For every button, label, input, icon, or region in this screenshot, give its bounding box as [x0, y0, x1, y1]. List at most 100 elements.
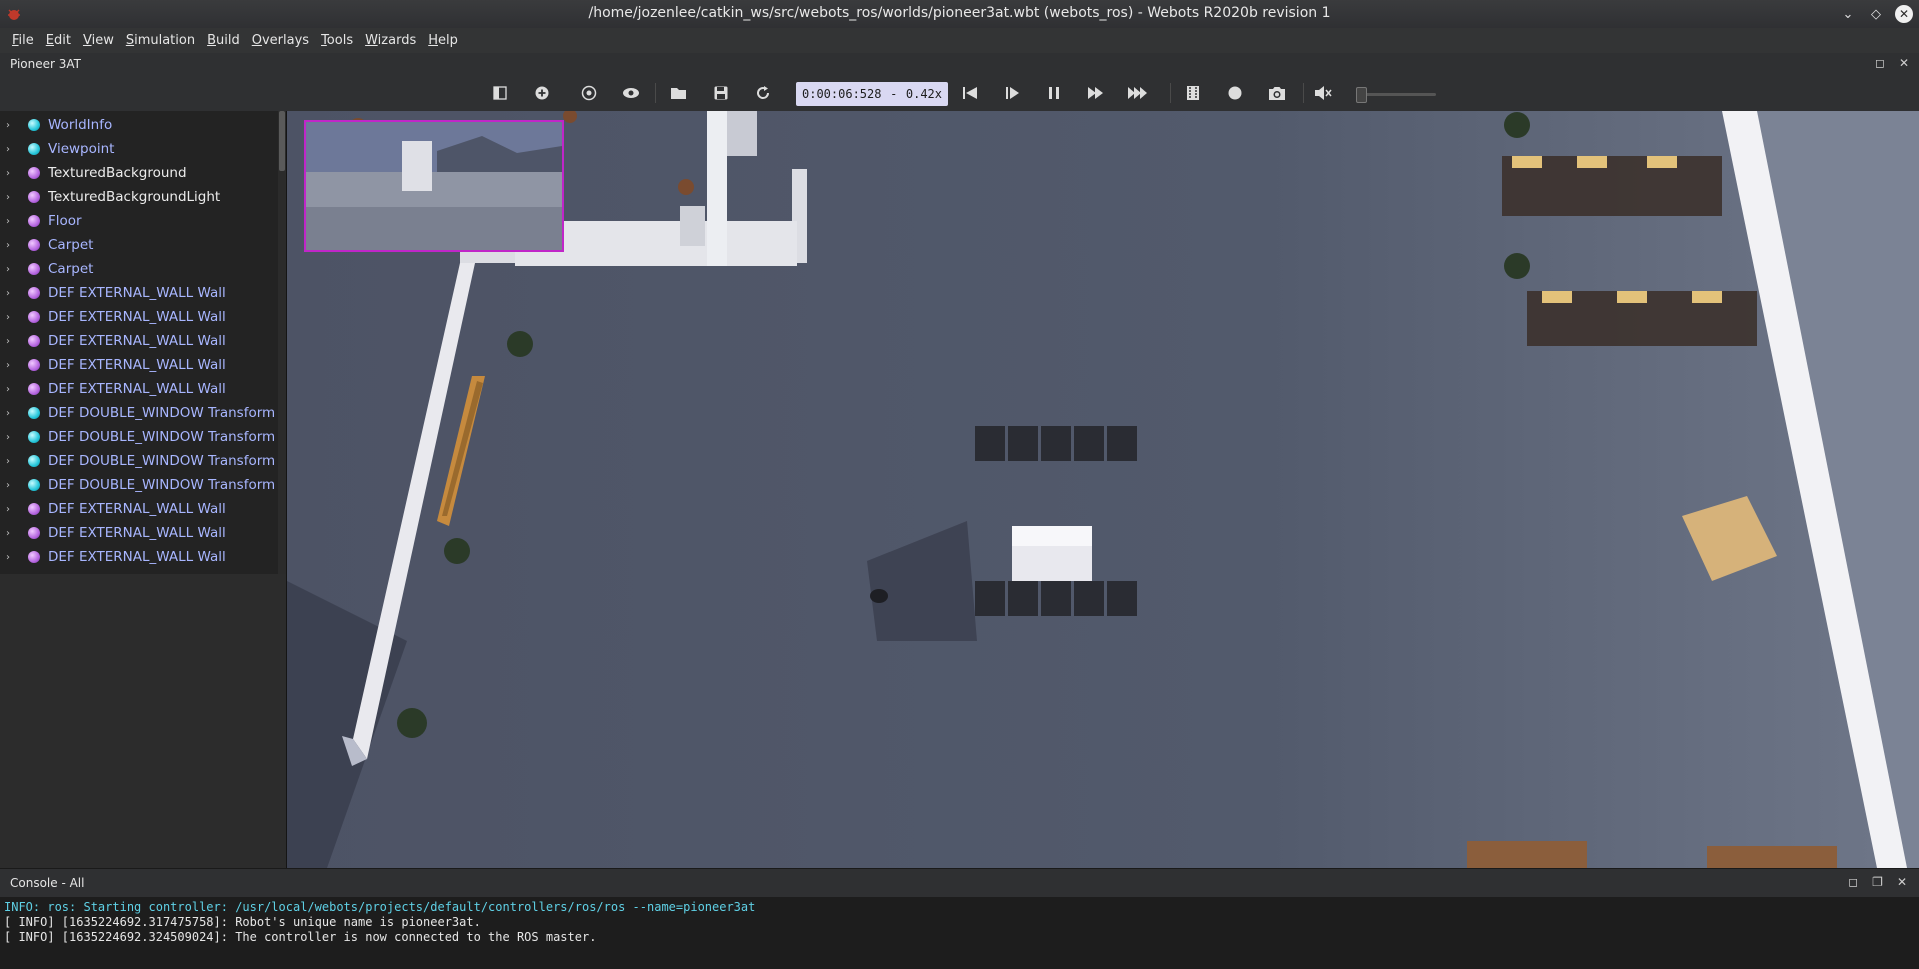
scene-tree-item[interactable]: › DEF EXTERNAL_WALL Wall	[0, 329, 280, 353]
expand-arrow-icon[interactable]: ›	[6, 216, 18, 227]
scene-tree-item[interactable]: › DEF DOUBLE_WINDOW Transform	[0, 401, 280, 425]
scene-tree-item[interactable]: › DEF DOUBLE_WINDOW Transform	[0, 449, 280, 473]
add-node-icon[interactable]	[529, 82, 555, 104]
expand-arrow-icon[interactable]: ›	[6, 264, 18, 275]
expand-arrow-icon[interactable]: ›	[6, 312, 18, 323]
fast-run-icon[interactable]	[1125, 82, 1151, 104]
expand-arrow-icon[interactable]: ›	[6, 504, 18, 515]
close-icon[interactable]: ✕	[1895, 5, 1913, 23]
record-movie-icon[interactable]	[1180, 82, 1206, 104]
console-header: Console - All ◻ ❐ ✕	[0, 868, 1919, 898]
console-line: [ INFO] [1635224692.317475758]: Robot's …	[4, 915, 481, 929]
restore-icon[interactable]: ◇	[1867, 5, 1885, 23]
reload-world-icon[interactable]	[750, 82, 776, 104]
robot-window-title: Pioneer 3AT	[10, 57, 82, 71]
scene-tree-label: DEF EXTERNAL_WALL Wall	[48, 285, 226, 301]
window-title: /home/jozenlee/catkin_ws/src/webots_ros/…	[588, 5, 1331, 21]
close-icon[interactable]: ✕	[1897, 875, 1907, 889]
scene-tree-label: WorldInfo	[48, 117, 113, 133]
expand-arrow-icon[interactable]: ›	[6, 384, 18, 395]
node-type-icon	[28, 215, 40, 227]
screenshot-icon[interactable]	[1264, 82, 1290, 104]
node-type-icon	[28, 263, 40, 275]
scene-tree-item[interactable]: › DEF DOUBLE_WINDOW Transform	[0, 425, 280, 449]
node-type-icon	[28, 455, 40, 467]
node-type-icon	[28, 311, 40, 323]
expand-arrow-icon[interactable]: ›	[6, 432, 18, 443]
scene-tree-label: DEF EXTERNAL_WALL Wall	[48, 381, 226, 397]
expand-arrow-icon[interactable]: ›	[6, 408, 18, 419]
view-eye-icon[interactable]	[618, 82, 644, 104]
save-world-icon[interactable]	[708, 82, 734, 104]
scene-tree-item[interactable]: › TexturedBackgroundLight	[0, 185, 280, 209]
step-icon[interactable]	[999, 82, 1025, 104]
sound-mute-icon[interactable]	[1310, 82, 1336, 104]
robot-window-header: Pioneer 3AT ◻ ✕	[0, 53, 1919, 75]
scene-tree-item[interactable]: › DEF EXTERNAL_WALL Wall	[0, 281, 280, 305]
menu-view[interactable]: View	[77, 33, 120, 48]
minimize-icon[interactable]: ⌄	[1839, 5, 1857, 23]
expand-arrow-icon[interactable]: ›	[6, 528, 18, 539]
scene-tree-item[interactable]: › Floor	[0, 209, 280, 233]
scene-tree-item[interactable]: › DEF EXTERNAL_WALL Wall	[0, 497, 280, 521]
simulation-time: 0:00:06:528	[802, 87, 882, 101]
maximize-icon[interactable]: ◻	[1875, 56, 1885, 70]
run-icon[interactable]	[1083, 82, 1109, 104]
scene-tree-label: DEF EXTERNAL_WALL Wall	[48, 549, 226, 565]
reset-viewpoint-icon[interactable]	[576, 82, 602, 104]
scene-tree-item[interactable]: › DEF EXTERNAL_WALL Wall	[0, 545, 280, 569]
close-icon[interactable]: ✕	[1899, 56, 1909, 70]
record-animation-icon[interactable]	[1222, 82, 1248, 104]
expand-arrow-icon[interactable]: ›	[6, 144, 18, 155]
expand-arrow-icon[interactable]: ›	[6, 288, 18, 299]
pause-icon[interactable]	[1041, 82, 1067, 104]
menu-wizards[interactable]: Wizards	[359, 33, 422, 48]
menu-help[interactable]: Help	[422, 33, 464, 48]
scene-tree-item[interactable]: › DEF DOUBLE_WINDOW Transform	[0, 473, 280, 497]
expand-arrow-icon[interactable]: ›	[6, 552, 18, 563]
scene-tree-item[interactable]: › Viewpoint	[0, 137, 280, 161]
open-world-icon[interactable]	[666, 82, 692, 104]
scene-tree-item[interactable]: › DEF EXTERNAL_WALL Wall	[0, 377, 280, 401]
scrollbar-thumb[interactable]	[279, 111, 285, 171]
menu-file[interactable]: File	[6, 33, 40, 48]
scene-tree-label: TexturedBackgroundLight	[48, 189, 221, 205]
scene-render	[287, 111, 1919, 868]
step-back-icon[interactable]	[957, 82, 983, 104]
scene-tree-item[interactable]: › TexturedBackground	[0, 161, 280, 185]
expand-arrow-icon[interactable]: ›	[6, 480, 18, 491]
menu-tools[interactable]: Tools	[315, 33, 359, 48]
scene-tree-scrollbar[interactable]	[278, 111, 286, 574]
expand-arrow-icon[interactable]: ›	[6, 360, 18, 371]
scene-tree-label: Carpet	[48, 237, 94, 253]
volume-slider-track[interactable]	[1360, 93, 1436, 96]
volume-slider-handle[interactable]	[1356, 87, 1367, 103]
menu-edit[interactable]: Edit	[40, 33, 77, 48]
maximize-icon[interactable]: ◻	[1848, 875, 1858, 889]
title-bar: /home/jozenlee/catkin_ws/src/webots_ros/…	[0, 0, 1919, 29]
expand-arrow-icon[interactable]: ›	[6, 456, 18, 467]
menu-simulation[interactable]: Simulation	[120, 33, 201, 48]
scene-tree-item[interactable]: › Carpet	[0, 233, 280, 257]
simulation-time-display: 0:00:06:528 - 0.42x	[796, 82, 948, 106]
expand-arrow-icon[interactable]: ›	[6, 168, 18, 179]
expand-arrow-icon[interactable]: ›	[6, 240, 18, 251]
menu-build[interactable]: Build	[201, 33, 246, 48]
float-icon[interactable]: ❐	[1872, 875, 1883, 889]
3d-viewport[interactable]	[287, 111, 1919, 868]
expand-arrow-icon[interactable]: ›	[6, 192, 18, 203]
scene-tree-item[interactable]: › DEF EXTERNAL_WALL Wall	[0, 521, 280, 545]
scene-tree-item[interactable]: › DEF EXTERNAL_WALL Wall	[0, 353, 280, 377]
console-output: INFO: ros: Starting controller: /usr/loc…	[0, 897, 1919, 969]
console-line: [ INFO] [1635224692.324509024]: The cont…	[4, 930, 597, 944]
expand-arrow-icon[interactable]: ›	[6, 120, 18, 131]
node-type-icon	[28, 479, 40, 491]
scene-tree-item[interactable]: › DEF EXTERNAL_WALL Wall	[0, 305, 280, 329]
node-type-icon	[28, 527, 40, 539]
toggle-scene-tree-icon[interactable]	[487, 82, 513, 104]
scene-tree-item[interactable]: › Carpet	[0, 257, 280, 281]
expand-arrow-icon[interactable]: ›	[6, 336, 18, 347]
node-type-icon	[28, 407, 40, 419]
menu-overlays[interactable]: Overlays	[246, 33, 315, 48]
scene-tree-item[interactable]: › WorldInfo	[0, 113, 280, 137]
